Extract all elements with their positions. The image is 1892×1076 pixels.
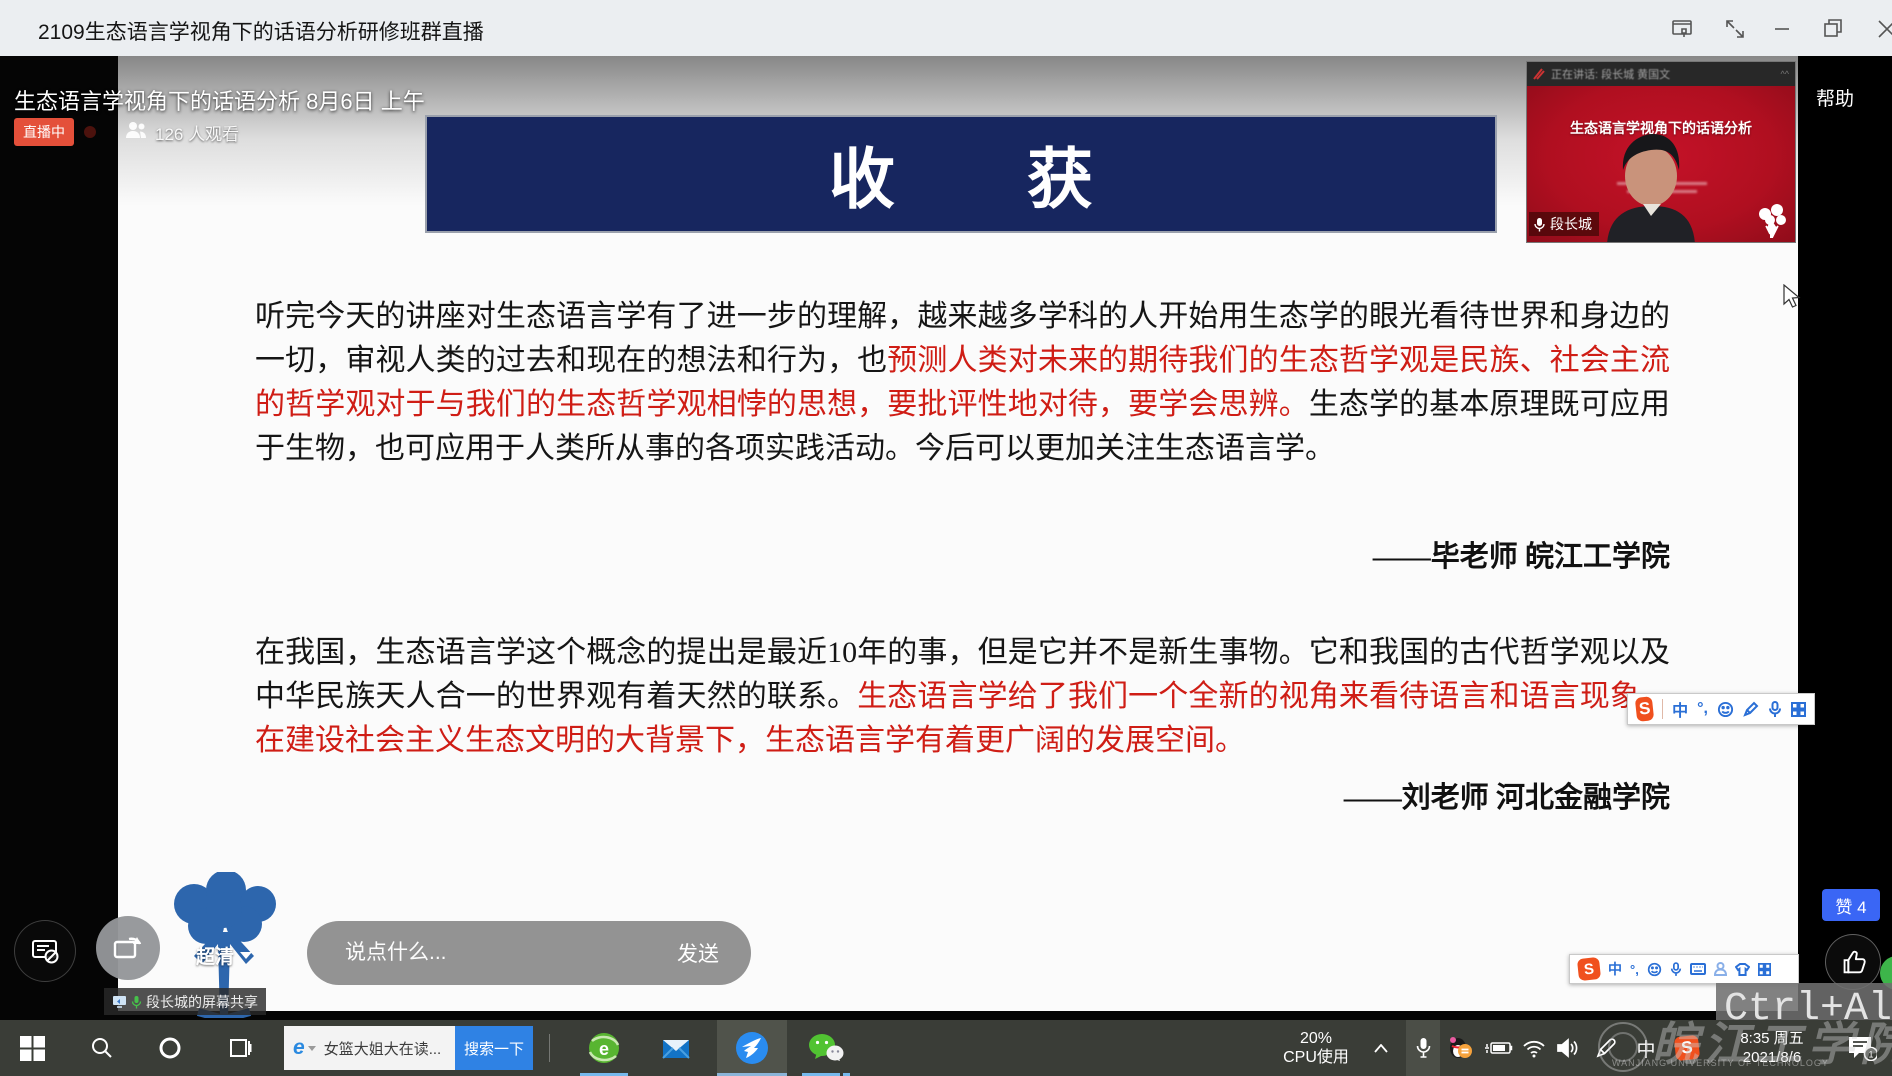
window-title: 2109生态语言学视角下的话语分析研修班群直播: [38, 16, 484, 46]
right-panel: 帮助: [1798, 56, 1892, 1020]
like-count-badge: 赞 4: [1822, 889, 1880, 921]
ime-menu-grid-icon[interactable]: [1758, 963, 1771, 976]
webcam-video: 生态语言学视角下的话语分析 段长城: [1527, 86, 1795, 242]
taskbar-divider: [549, 1034, 550, 1062]
app-window: 2109生态语言学视角下的话语分析研修班群直播 帮助 收 获 听完今天的讲座对生…: [0, 0, 1892, 1076]
ime-punctuation-icon[interactable]: °,: [1697, 700, 1708, 718]
taskbar-search-box[interactable]: e 女篮大姐大在读... 搜索一下: [284, 1026, 533, 1070]
browser-360-icon[interactable]: e: [580, 1020, 628, 1076]
ime-voice-icon[interactable]: [1768, 701, 1782, 718]
speaker-silhouette: [1587, 124, 1717, 242]
taskbar-search-icon[interactable]: [78, 1020, 126, 1076]
quality-label: 超清: [196, 942, 234, 969]
chat-input[interactable]: [343, 940, 677, 966]
divider: [1662, 699, 1663, 719]
cpu-label: CPU使用: [1281, 1048, 1351, 1067]
sogou-ime-toolbar[interactable]: S 中 °,: [1627, 693, 1815, 725]
webcam-speaking-bar: 正在讲话: 段长城 黄国文 ^^: [1527, 62, 1795, 86]
viewer-count: 126 人观看: [124, 120, 239, 145]
sogou-logo-icon[interactable]: S: [1635, 696, 1655, 722]
sogou-ime-toolbar-2[interactable]: S 中 °,: [1569, 954, 1799, 984]
webcam-tree-logo: [1755, 202, 1789, 238]
chevron-down-icon: [240, 952, 252, 959]
ime-punctuation-icon[interactable]: °,: [1630, 962, 1639, 977]
cortana-icon[interactable]: [146, 1020, 194, 1076]
ime-person-icon[interactable]: [1714, 962, 1727, 976]
slide-title-text: 收 获: [829, 126, 1093, 222]
tray-volume-icon[interactable]: [1552, 1020, 1584, 1076]
screen-share-button[interactable]: [96, 916, 160, 980]
screen-icon: [112, 995, 127, 1008]
ime-voice-icon[interactable]: [1670, 962, 1682, 977]
speaking-icon: [1533, 68, 1545, 80]
quality-selector[interactable]: 超清: [196, 942, 252, 969]
minimize-icon[interactable]: [1768, 14, 1798, 44]
ime-menu-grid-icon[interactable]: [1791, 702, 1806, 717]
speaking-text: 正在讲话: 段长城 黄国文: [1551, 66, 1670, 82]
webcam-tile[interactable]: 正在讲话: 段长城 黄国文 ^^ 生态语言学视角下的话语分析 段长城: [1527, 62, 1795, 242]
slide-paragraph-2: 在我国，生态语言学这个概念的提出是最近10年的事，但是它并不是新生事物。它和我国…: [255, 631, 1670, 763]
dropdown-icon: [308, 1046, 316, 1051]
window-titlebar: 2109生态语言学视角下的话语分析研修班群直播: [0, 0, 1892, 56]
chat-disable-button[interactable]: [14, 920, 76, 982]
svg-text:e: e: [599, 1039, 609, 1059]
tray-wifi-icon[interactable]: [1518, 1020, 1550, 1076]
pin-window-icon[interactable]: [1668, 14, 1698, 44]
ime-emoji-icon[interactable]: [1717, 701, 1734, 718]
slide-attribution-2: ——刘老师 河北金融学院: [1344, 774, 1670, 816]
ime-chinese-mode-icon[interactable]: 中: [1608, 959, 1622, 979]
chat-bar: 发送: [307, 921, 751, 985]
webcam-name-label: 段长城: [1529, 212, 1599, 236]
search-go-button[interactable]: 搜索一下: [455, 1026, 533, 1070]
sogou-logo-icon[interactable]: S: [1577, 957, 1601, 981]
viewers-text: 126 人观看: [155, 120, 239, 145]
tray-battery-icon[interactable]: [1480, 1020, 1516, 1076]
cpu-percent: 20%: [1281, 1029, 1351, 1048]
ime-pen-icon[interactable]: [1743, 701, 1759, 717]
dingtalk-icon[interactable]: [717, 1020, 787, 1076]
screen-share-label: 段长城的屏幕共享: [104, 988, 266, 1015]
viewers-icon: [124, 121, 148, 144]
mouse-cursor: [1782, 284, 1804, 310]
send-button[interactable]: 发送: [677, 938, 719, 968]
speaker-name: 段长城: [1550, 214, 1592, 234]
mail-icon[interactable]: [652, 1020, 700, 1076]
tray-qq-icon[interactable]: [1444, 1020, 1476, 1076]
close-icon[interactable]: [1872, 14, 1892, 44]
search-box-text[interactable]: 女篮大姐大在读...: [324, 1038, 455, 1059]
wechat-icon[interactable]: [802, 1020, 850, 1076]
slide-paragraph-1: 听完今天的讲座对生态语言学有了进一步的理解，越来越多学科的人开始用生态学的眼光看…: [255, 295, 1670, 471]
like-button[interactable]: [1825, 934, 1881, 990]
ime-emoji-icon[interactable]: [1647, 962, 1662, 977]
task-view-icon[interactable]: [216, 1020, 264, 1076]
slide-attribution-1: ——毕老师 皖江工学院: [1373, 533, 1670, 575]
mic-live-icon: [131, 995, 142, 1009]
ie-icon: e: [293, 1036, 305, 1060]
fullscreen-icon[interactable]: [1720, 14, 1750, 44]
start-button[interactable]: [8, 1020, 56, 1076]
share-label-text: 段长城的屏幕共享: [146, 992, 258, 1012]
cpu-usage: 20% CPU使用: [1281, 1020, 1351, 1076]
stream-title: 生态语言学视角下的话语分析 8月6日 上午: [14, 84, 425, 116]
ime-keyboard-icon[interactable]: [1690, 963, 1706, 975]
ime-skin-icon[interactable]: [1735, 963, 1750, 976]
university-watermark-en: WANJIANG UNIVERSITY OF TECHNOLOGY: [1612, 1058, 1829, 1068]
collapse-chevrons-icon[interactable]: ^^: [1781, 69, 1789, 79]
ime-chinese-mode-icon[interactable]: 中: [1672, 697, 1688, 721]
tray-mic-icon[interactable]: [1406, 1020, 1440, 1076]
live-badge: 直播中: [14, 118, 74, 146]
record-dot: [84, 126, 96, 138]
mic-icon: [1533, 217, 1546, 232]
help-button[interactable]: 帮助: [1816, 84, 1854, 111]
tray-expand-chevron[interactable]: [1366, 1020, 1396, 1076]
restore-icon[interactable]: [1818, 14, 1848, 44]
slide-title-bar: 收 获: [425, 115, 1497, 233]
